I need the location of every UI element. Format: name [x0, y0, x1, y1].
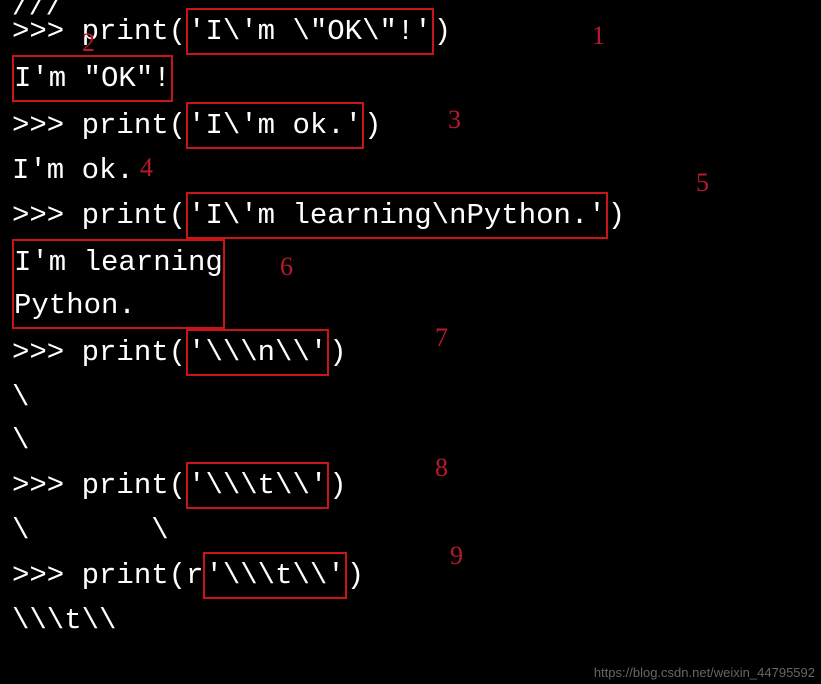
prompt-symbol: >>> — [12, 469, 82, 502]
code-before: print( — [82, 15, 186, 48]
terminal-line: >>> print('\\\t\\') — [12, 462, 809, 509]
terminal-line: \\\t\\ — [12, 599, 809, 642]
terminal-line: >>> print(r'\\\t\\') — [12, 552, 809, 599]
code-before: print( — [82, 109, 186, 142]
code-after: ) — [329, 336, 346, 369]
highlighted-output: I'm learning Python. — [12, 239, 225, 329]
terminal-line: >>> print('I\'m ok.') — [12, 102, 809, 149]
code-before: print( — [82, 336, 186, 369]
output-line-2: Python. — [14, 289, 136, 322]
code-after: ) — [329, 469, 346, 502]
code-after: ) — [434, 15, 451, 48]
code-after: ) — [608, 199, 625, 232]
terminal-line: \ \ — [12, 509, 809, 552]
output-text: \\\t\\ — [12, 604, 116, 637]
highlighted-code: 'I\'m ok.' — [186, 102, 364, 149]
terminal-line: \ — [12, 376, 809, 419]
code-before: print(r — [82, 559, 204, 592]
prompt-symbol: >>> — [12, 336, 82, 369]
prompt-symbol: >>> — [12, 109, 82, 142]
watermark-text: https://blog.csdn.net/weixin_44795592 — [594, 665, 815, 680]
terminal-line: I'm ok. — [12, 149, 809, 192]
highlighted-code: '\\\n\\' — [186, 329, 329, 376]
highlighted-code: 'I\'m learning\nPython.' — [186, 192, 608, 239]
terminal-line: I'm "OK"! — [12, 55, 809, 102]
highlighted-code: 'I\'m \"OK\"!' — [186, 8, 434, 55]
code-before: print( — [82, 469, 186, 502]
terminal-content[interactable]: >>> print('I\'m \"OK\"!') I'm "OK"! >>> … — [12, 8, 809, 642]
terminal-line: >>> print('I\'m learning\nPython.') — [12, 192, 809, 239]
code-after: ) — [364, 109, 381, 142]
prompt-symbol: >>> — [12, 15, 82, 48]
output-line-1: I'm learning — [14, 246, 223, 279]
output-text: \ \ — [12, 514, 169, 547]
terminal-line: >>> print('\\\n\\') — [12, 329, 809, 376]
code-before: print( — [82, 199, 186, 232]
output-text: I'm ok. — [12, 154, 134, 187]
highlighted-code: '\\\t\\' — [186, 462, 329, 509]
highlighted-code: '\\\t\\' — [203, 552, 346, 599]
output-text: \ — [12, 424, 29, 457]
code-after: ) — [347, 559, 364, 592]
terminal-line: \ — [12, 419, 809, 462]
highlighted-output: I'm "OK"! — [12, 55, 173, 102]
output-text: \ — [12, 381, 29, 414]
prompt-symbol: >>> — [12, 199, 82, 232]
terminal-line: I'm learning Python. — [12, 239, 809, 329]
terminal-line: >>> print('I\'m \"OK\"!') — [12, 8, 809, 55]
prompt-symbol: >>> — [12, 559, 82, 592]
